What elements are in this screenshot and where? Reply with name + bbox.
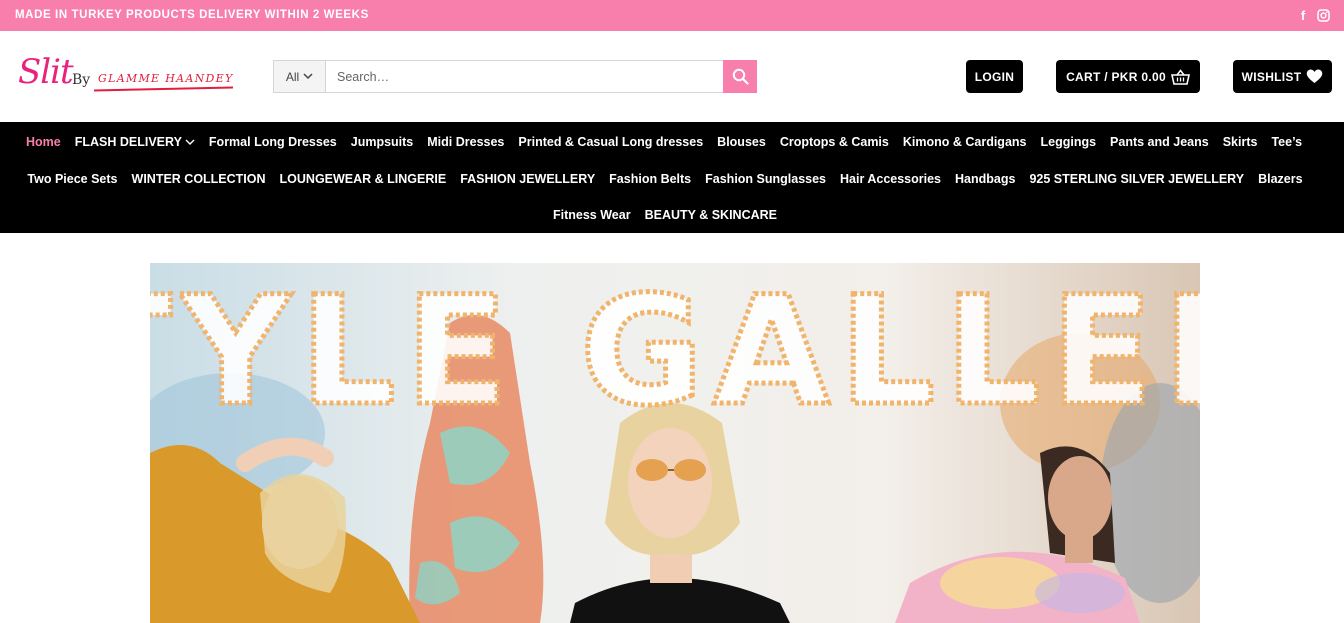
nav-row-2: Two Piece Sets WINTER COLLECTION LOUNGEW… xyxy=(0,172,1344,186)
nav-item-flash-delivery[interactable]: FLASH DELIVERY xyxy=(75,135,195,149)
nav-row-3: Fitness Wear BEAUTY & SKINCARE xyxy=(0,208,1344,222)
nav-item-home[interactable]: Home xyxy=(26,135,61,149)
nav-row-1: Home FLASH DELIVERY Formal Long Dresses … xyxy=(0,135,1344,149)
search-button[interactable] xyxy=(723,60,757,93)
search-input[interactable] xyxy=(326,61,723,92)
nav-item-skirts[interactable]: Skirts xyxy=(1223,135,1258,149)
nav-item-tees[interactable]: Tee’s xyxy=(1271,135,1302,149)
facebook-icon[interactable]: f xyxy=(1296,8,1310,23)
nav-item-blouses[interactable]: Blouses xyxy=(717,135,766,149)
wishlist-button[interactable]: WISHLIST xyxy=(1233,60,1332,93)
nav-item-printed-casual-long-dresses[interactable]: Printed & Casual Long dresses xyxy=(518,135,703,149)
nav-item-formal-long-dresses[interactable]: Formal Long Dresses xyxy=(209,135,337,149)
logo-by: By xyxy=(72,72,91,88)
announcement-bar: MADE IN TURKEY PRODUCTS DELIVERY WITHIN … xyxy=(0,0,1344,31)
chevron-down-icon xyxy=(303,73,313,80)
nav-item-fashion-belts[interactable]: Fashion Belts xyxy=(609,172,691,186)
nav-item-kimono-cardigans[interactable]: Kimono & Cardigans xyxy=(903,135,1027,149)
hero-headline: STYLE GALLERY xyxy=(150,265,1200,439)
nav-item-fashion-sunglasses[interactable]: Fashion Sunglasses xyxy=(705,172,826,186)
logo-brand: GLAMME HAANDEY xyxy=(98,72,234,85)
nav-item-loungewear-lingerie[interactable]: LOUNGEWEAR & LINGERIE xyxy=(280,172,447,186)
heart-icon xyxy=(1307,69,1323,83)
wishlist-label: WISHLIST xyxy=(1241,69,1302,84)
logo-underline xyxy=(93,86,234,92)
nav-item-fashion-jewellery[interactable]: FASHION JEWELLERY xyxy=(460,172,595,186)
nav-item-blazers[interactable]: Blazers xyxy=(1258,172,1302,186)
nav-item-fitness-wear[interactable]: Fitness Wear xyxy=(553,208,631,222)
nav-item-handbags[interactable]: Handbags xyxy=(955,172,1015,186)
nav-item-midi-dresses[interactable]: Midi Dresses xyxy=(427,135,504,149)
nav-item-beauty-skincare[interactable]: BEAUTY & SKINCARE xyxy=(645,208,777,222)
search-category-label: All xyxy=(285,69,300,84)
nav-item-hair-accessories[interactable]: Hair Accessories xyxy=(840,172,941,186)
site-logo[interactable]: Slit By GLAMME HAANDEY xyxy=(18,52,238,102)
cart-label: CART / PKR 0.00 xyxy=(1066,69,1166,84)
nav-item-jumpsuits[interactable]: Jumpsuits xyxy=(351,135,414,149)
login-button[interactable]: LOGIN xyxy=(966,60,1023,93)
nav-item-sterling-silver-jewellery[interactable]: 925 STERLING SILVER JEWELLERY xyxy=(1029,172,1244,186)
nav-item-winter-collection[interactable]: WINTER COLLECTION xyxy=(132,172,266,186)
nav-item-label: FLASH DELIVERY xyxy=(74,135,182,149)
nav-item-pants-and-jeans[interactable]: Pants and Jeans xyxy=(1110,135,1209,149)
nav-item-two-piece-sets[interactable]: Two Piece Sets xyxy=(27,172,117,186)
announcement-text: MADE IN TURKEY PRODUCTS DELIVERY WITHIN … xyxy=(15,9,369,21)
search-category-select[interactable]: All xyxy=(274,61,326,92)
login-label: LOGIN xyxy=(974,69,1015,84)
chevron-down-icon xyxy=(185,139,195,145)
search-form: All xyxy=(273,60,757,93)
hero-banner[interactable]: STYLE GALLERY xyxy=(150,263,1200,623)
instagram-icon[interactable] xyxy=(1316,8,1330,22)
main-navigation: Home FLASH DELIVERY Formal Long Dresses … xyxy=(0,122,1344,233)
search-icon xyxy=(732,68,749,85)
hero-image: STYLE GALLERY xyxy=(150,263,1200,623)
shopping-basket-icon xyxy=(1170,68,1190,85)
nav-item-croptops-camis[interactable]: Croptops & Camis xyxy=(780,135,889,149)
nav-item-leggings[interactable]: Leggings xyxy=(1040,135,1096,149)
logo-primary: Slit xyxy=(18,52,74,92)
cart-button[interactable]: CART / PKR 0.00 xyxy=(1056,60,1200,93)
